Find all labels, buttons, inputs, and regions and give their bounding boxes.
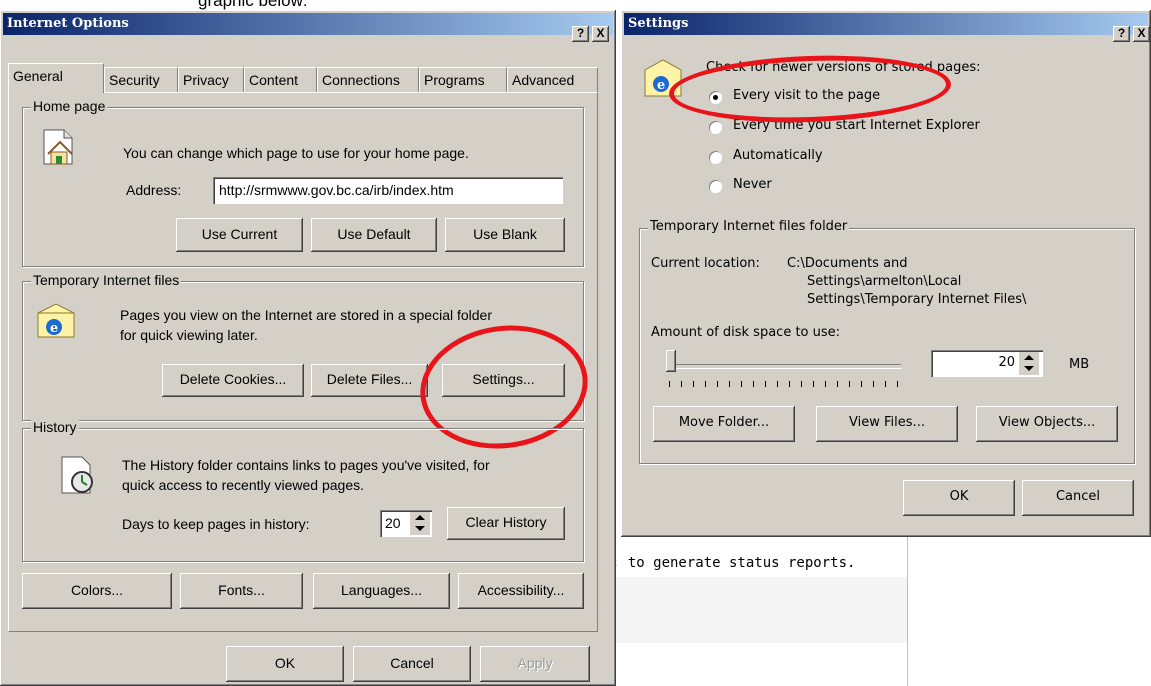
settings-ok-button[interactable]: OK [903, 480, 1015, 516]
spin-up-icon[interactable] [415, 515, 425, 520]
delete-cookies-button[interactable]: Delete Cookies... [162, 364, 304, 397]
window-title: Internet Options [7, 16, 129, 31]
slider-ticks [669, 381, 901, 387]
settings-cancel-button[interactable]: Cancel [1022, 480, 1134, 516]
disk-space-spinner[interactable] [1019, 352, 1039, 375]
close-button[interactable]: X [592, 26, 609, 42]
use-blank-button[interactable]: Use Blank [445, 218, 565, 252]
temp-folder-group-title: Temporary Internet files folder [648, 219, 850, 234]
svg-text:e: e [657, 78, 665, 93]
radio-label-never[interactable]: Never [733, 177, 772, 192]
current-location-label: Current location: [651, 256, 760, 271]
internet-options-window: Internet Options ? X General Security Pr… [0, 10, 616, 686]
home-page-group-title: Home page [31, 98, 108, 114]
cancel-button[interactable]: Cancel [353, 646, 471, 682]
current-location-value-1: C:\Documents and [787, 256, 908, 271]
delete-files-button[interactable]: Delete Files... [311, 364, 428, 397]
disk-space-slider-thumb[interactable] [666, 350, 676, 372]
disk-space-label: Amount of disk space to use: [651, 325, 841, 340]
settings-window: Settings ? X e Check for newer versions … [621, 10, 1151, 537]
view-files-button[interactable]: View Files... [816, 406, 958, 442]
background-panel-divider [907, 535, 908, 686]
days-label: Days to keep pages in history: [122, 516, 310, 532]
temp-files-description-2: for quick viewing later. [120, 327, 258, 343]
home-page-description: You can change which page to use for you… [123, 145, 469, 161]
settings-help-button[interactable]: ? [1113, 26, 1130, 42]
history-icon [61, 456, 93, 494]
tab-security[interactable]: Security [104, 67, 178, 92]
address-label: Address: [126, 182, 182, 198]
history-description-1: The History folder contains links to pag… [122, 457, 490, 473]
background-status-text: ; to generate status reports. [611, 555, 856, 571]
disk-spin-up-icon[interactable] [1024, 355, 1034, 360]
radio-never[interactable] [709, 180, 722, 193]
svg-text:e: e [50, 321, 58, 336]
radio-label-automatically[interactable]: Automatically [733, 148, 823, 163]
radio-every-start[interactable] [709, 121, 722, 134]
accessibility-button[interactable]: Accessibility... [458, 573, 584, 609]
address-value: http://srmwww.gov.bc.ca/irb/index.htm [219, 182, 454, 198]
settings-title: Settings [628, 16, 689, 31]
tab-connections[interactable]: Connections [317, 67, 419, 92]
tab-general[interactable]: General [8, 63, 104, 93]
colors-button[interactable]: Colors... [22, 573, 172, 609]
fonts-button[interactable]: Fonts... [180, 573, 303, 609]
disk-space-slider-track[interactable] [669, 364, 901, 369]
background-row-shade [615, 577, 907, 643]
use-current-button[interactable]: Use Current [176, 218, 303, 252]
tab-content[interactable]: Content [244, 67, 317, 92]
history-description-2: quick access to recently viewed pages. [122, 477, 365, 493]
disk-space-unit: MB [1069, 357, 1090, 372]
current-location-value-2: Settings\armelton\Local [807, 274, 962, 289]
view-objects-button[interactable]: View Objects... [976, 406, 1118, 442]
home-page-icon [43, 129, 73, 165]
settings-close-button[interactable]: X [1133, 26, 1150, 42]
spin-down-icon[interactable] [415, 526, 425, 531]
background-app: ; to generate status reports. [611, 535, 1151, 686]
tab-advanced[interactable]: Advanced [507, 67, 598, 92]
clear-history-button[interactable]: Clear History [447, 507, 565, 540]
days-spinner[interactable] [410, 512, 430, 535]
current-location-value-3: Settings\Temporary Internet Files\ [807, 292, 1027, 307]
days-value: 20 [385, 515, 401, 531]
use-default-button[interactable]: Use Default [311, 218, 437, 252]
history-group-title: History [31, 419, 79, 435]
temp-files-description-1: Pages you view on the Internet are store… [120, 307, 492, 323]
move-folder-button[interactable]: Move Folder... [653, 406, 795, 442]
settings-titlebar[interactable]: Settings [624, 13, 1148, 35]
tab-programs[interactable]: Programs [419, 67, 507, 92]
help-button[interactable]: ? [572, 26, 589, 42]
tab-privacy[interactable]: Privacy [178, 67, 244, 92]
address-input[interactable]: http://srmwww.gov.bc.ca/irb/index.htm [213, 177, 563, 204]
internet-options-titlebar[interactable]: Internet Options [3, 13, 613, 35]
temp-files-group-title: Temporary Internet files [31, 272, 182, 288]
temp-folder-icon: e [37, 303, 75, 338]
disk-space-value: 20 [998, 355, 1015, 370]
radio-automatically[interactable] [709, 151, 722, 164]
disk-spin-down-icon[interactable] [1024, 366, 1034, 371]
ok-button[interactable]: OK [226, 646, 344, 682]
history-group: History [22, 419, 584, 562]
languages-button[interactable]: Languages... [313, 573, 450, 609]
apply-button: Apply [480, 646, 590, 682]
